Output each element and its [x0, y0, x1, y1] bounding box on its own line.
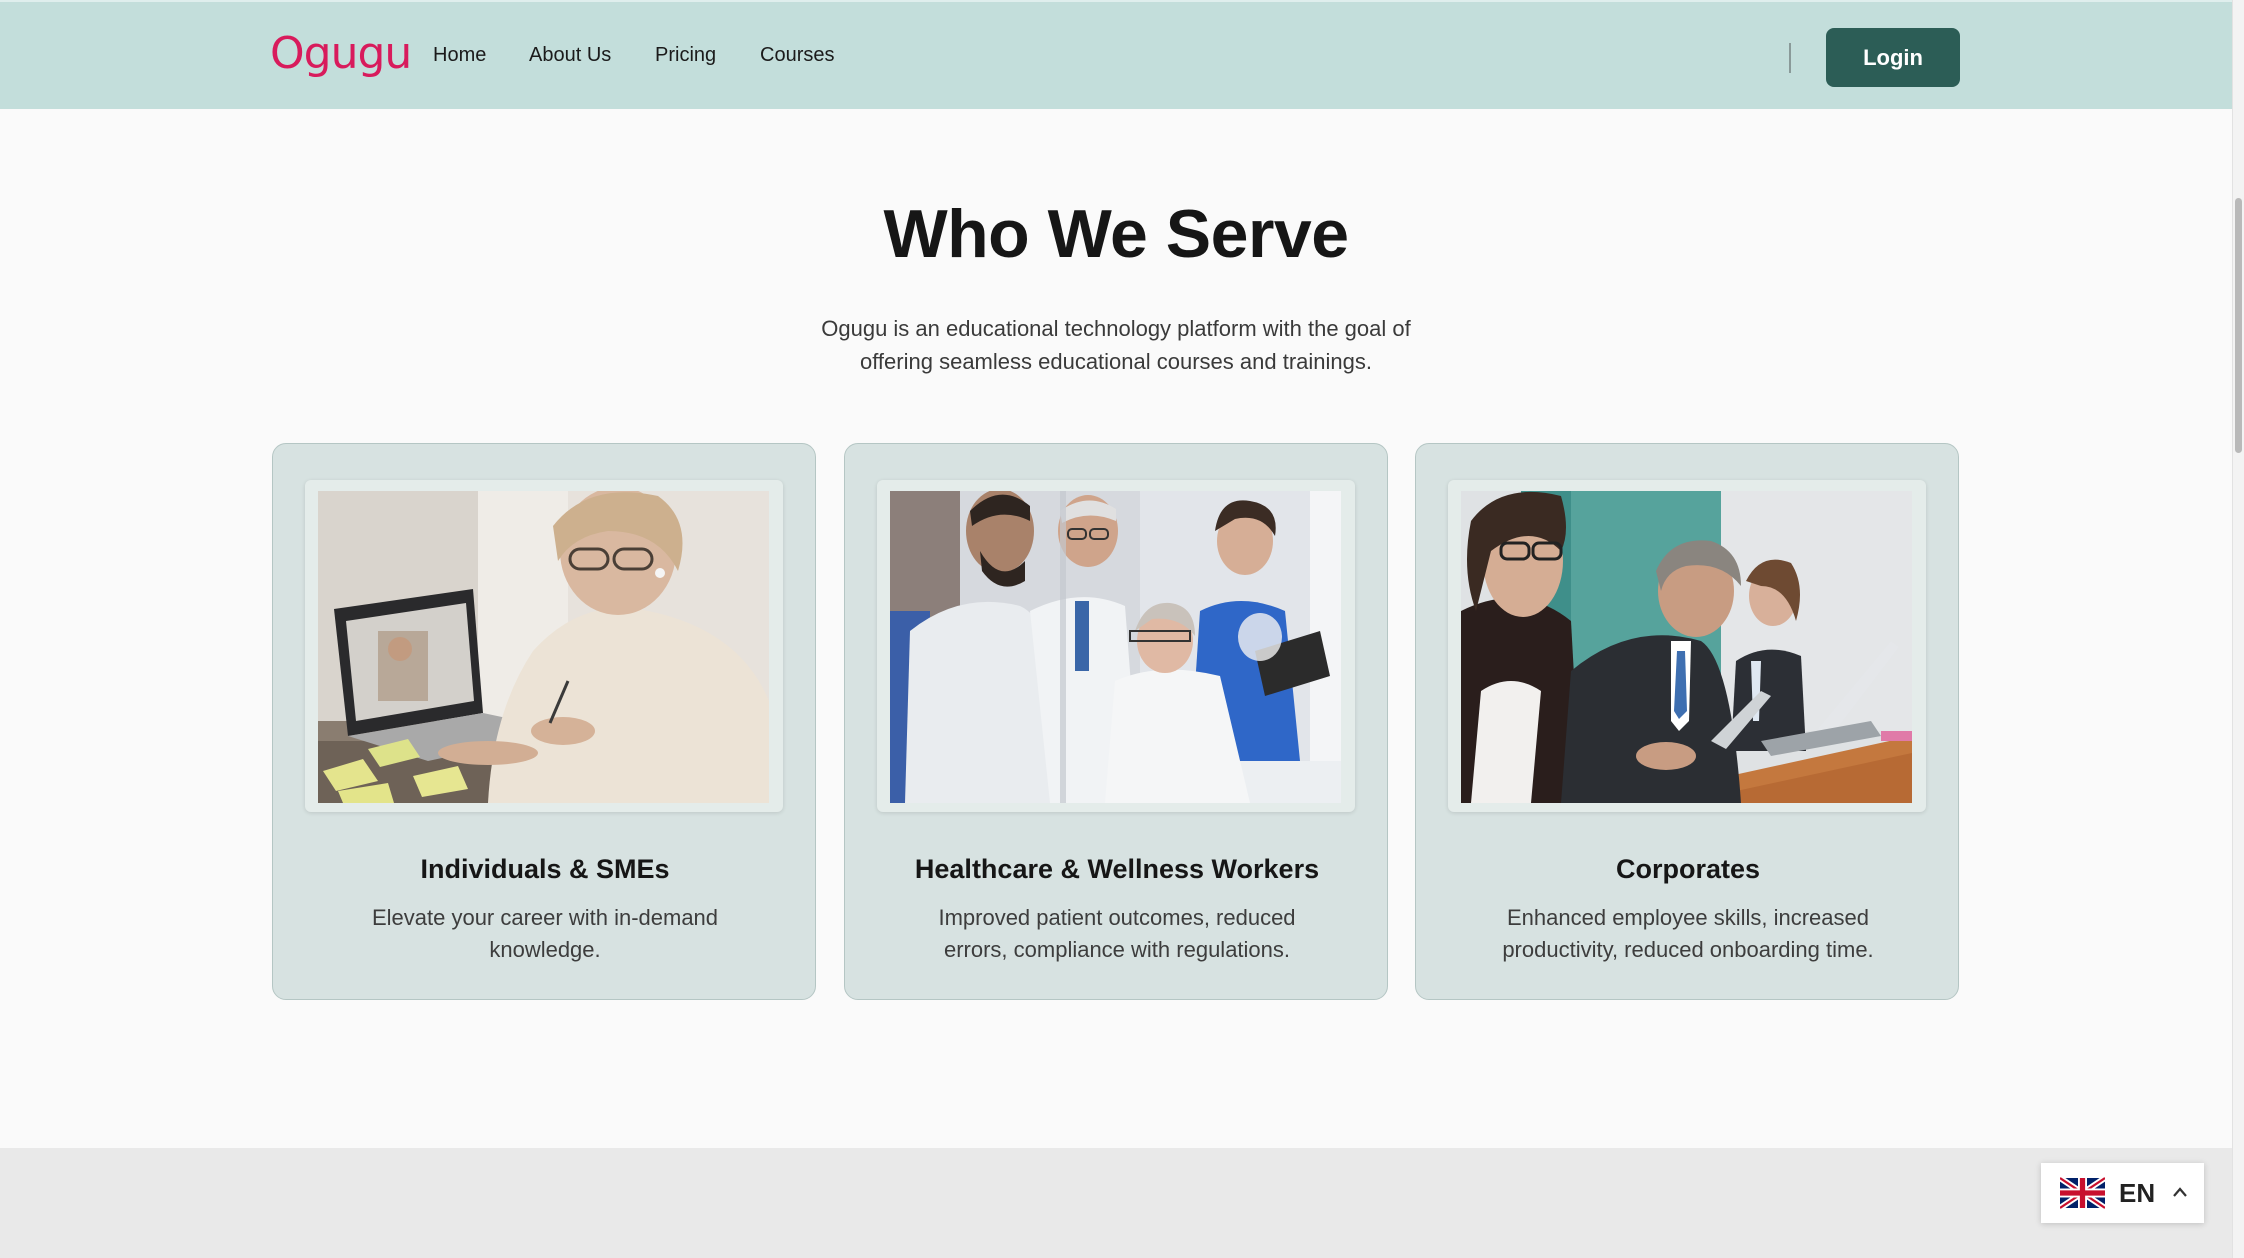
language-code: EN: [2119, 1178, 2156, 1208]
top-navbar: Ogugu Home About Us Pricing Courses Logi…: [0, 0, 2232, 109]
audience-card-individuals: Individuals & SMEs Elevate your career w…: [272, 443, 816, 1000]
card-title: Healthcare & Wellness Workers: [914, 854, 1320, 884]
card-image-frame: [877, 480, 1355, 812]
scrollbar-thumb[interactable]: [2235, 198, 2242, 453]
page-scrollbar[interactable]: [2232, 0, 2244, 1258]
nav-divider: [1789, 43, 1791, 73]
woman-studying-laptop-photo: [318, 491, 769, 803]
nav-link-pricing[interactable]: Pricing: [655, 44, 716, 67]
business-people-laptops-photo: [1461, 491, 1912, 803]
card-image-frame: [305, 480, 783, 812]
chevron-up-icon: [2173, 1187, 2187, 1197]
section-title: Who We Serve: [883, 196, 1349, 272]
ogugu-logo[interactable]: Ogugu: [270, 28, 412, 79]
nav-link-about-us[interactable]: About Us: [529, 44, 611, 67]
card-title: Individuals & SMEs: [420, 854, 670, 884]
login-button[interactable]: Login: [1826, 28, 1960, 87]
audience-card-corporates: Corporates Enhanced employee skills, inc…: [1415, 443, 1959, 1000]
medical-team-photo: [890, 491, 1341, 803]
section-description: Ogugu is an educational technology platf…: [821, 316, 1411, 374]
nav-link-home[interactable]: Home: [433, 44, 486, 67]
card-description: Elevate your career with in-demand knowl…: [371, 905, 719, 962]
card-image-frame: [1448, 480, 1926, 812]
card-description: Enhanced employee skills, increased prod…: [1502, 905, 1874, 962]
uk-flag-icon: [2060, 1177, 2105, 1209]
audience-card-healthcare: Healthcare & Wellness Workers Improved p…: [844, 443, 1388, 1000]
card-title: Corporates: [1615, 854, 1761, 884]
nav-link-courses[interactable]: Courses: [760, 44, 834, 67]
card-description: Improved patient outcomes, reduced error…: [938, 905, 1296, 962]
next-section-band: [0, 1148, 2232, 1258]
language-switcher[interactable]: EN: [2041, 1163, 2204, 1223]
